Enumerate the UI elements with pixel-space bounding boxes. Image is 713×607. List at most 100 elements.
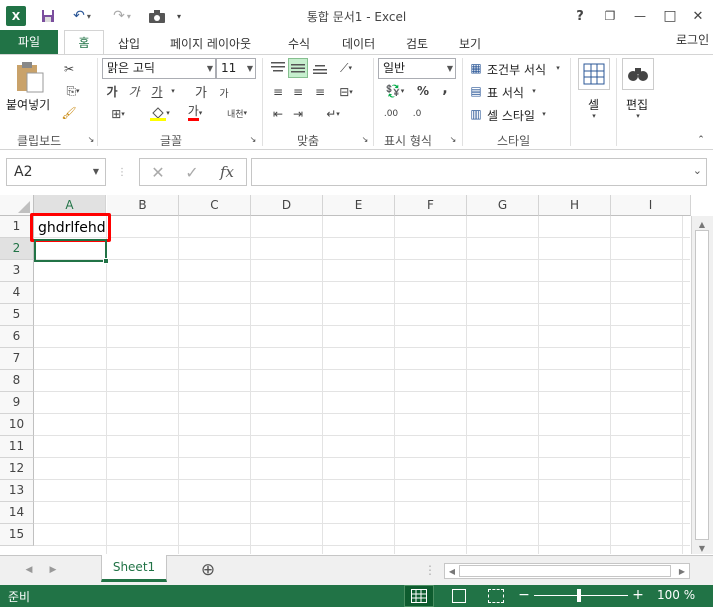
cut-icon[interactable]: ✂ (60, 60, 78, 78)
shrink-font-button[interactable]: 가 (216, 84, 232, 100)
zoom-slider-thumb[interactable] (577, 589, 581, 602)
help-button[interactable]: ? (570, 6, 590, 26)
increase-indent-icon[interactable]: ⇥ (288, 106, 308, 122)
percent-button[interactable]: % (414, 82, 432, 100)
row-header[interactable]: 13 (0, 480, 34, 502)
minimize-button[interactable]: — (630, 6, 650, 26)
clipboard-launcher-icon[interactable]: ↘ (86, 134, 96, 144)
copy-icon[interactable]: ⎘ ▾ (60, 82, 86, 100)
italic-button[interactable]: 가 (126, 83, 142, 99)
number-format-select[interactable]: 일반 ▼ (378, 58, 456, 79)
format-painter-icon[interactable]: 🖌 (60, 104, 78, 122)
accounting-format-icon[interactable]: 💱 ▾ (380, 82, 410, 100)
format-table-icon[interactable]: ▤ (468, 83, 484, 99)
horizontal-scrollbar[interactable]: ◀ ▶ (444, 563, 690, 579)
active-cell-A2[interactable] (34, 239, 107, 262)
collapse-ribbon-icon[interactable]: ⌃ (694, 134, 708, 146)
column-header[interactable]: C (179, 195, 251, 216)
underline-dropdown-icon[interactable]: ▾ (168, 83, 178, 99)
find-binoculars-icon[interactable] (622, 58, 654, 90)
wrap-text-icon[interactable]: ↵ ▾ (316, 106, 350, 122)
zoom-level[interactable]: 100 % (657, 588, 695, 602)
column-header[interactable]: G (467, 195, 539, 216)
column-header[interactable]: I (611, 195, 691, 216)
fill-color-icon[interactable]: ▾ (146, 104, 174, 122)
row-header[interactable]: 15 (0, 524, 34, 546)
chevron-down-icon[interactable]: ⌄ (693, 164, 702, 177)
column-header[interactable]: H (539, 195, 611, 216)
insert-function-icon[interactable]: fx (216, 162, 238, 182)
tab-page-layout[interactable]: 페이지 레이아웃 (170, 35, 251, 52)
row-header[interactable]: 4 (0, 282, 34, 304)
orientation-icon[interactable]: ⟋ ▾ (334, 58, 358, 78)
maximize-button[interactable]: □ (660, 6, 680, 26)
scroll-thumb[interactable] (695, 230, 709, 540)
zoom-in-button[interactable]: + (632, 587, 644, 603)
tab-home[interactable]: 홈 (64, 30, 104, 55)
hscroll-left-icon[interactable]: ◀ (447, 565, 457, 577)
format-table-button[interactable]: 표 서식 (487, 84, 524, 101)
tab-view[interactable]: 보기 (459, 35, 481, 52)
row-header[interactable]: 9 (0, 392, 34, 414)
align-top-icon[interactable] (268, 58, 288, 78)
cells-icon[interactable] (578, 58, 610, 90)
row-header[interactable]: 6 (0, 326, 34, 348)
page-break-view-icon[interactable] (488, 589, 504, 603)
row-header[interactable]: 1 (0, 216, 34, 238)
column-header[interactable]: B (107, 195, 179, 216)
paste-button-label[interactable]: 붙여넣기 (6, 96, 50, 113)
page-layout-view-icon[interactable] (452, 589, 466, 603)
sheet-tab-sheet1[interactable]: Sheet1 (101, 555, 167, 582)
formula-input[interactable]: ⌄ (251, 158, 707, 186)
row-header[interactable]: 12 (0, 458, 34, 480)
cancel-icon[interactable]: ✕ (148, 162, 168, 182)
cell-styles-button[interactable]: 셀 스타일 (487, 107, 535, 124)
row-header[interactable]: 2 (0, 238, 34, 260)
zoom-slider-track[interactable] (534, 595, 628, 596)
select-all-corner[interactable] (0, 195, 34, 216)
scroll-right-icon[interactable]: ▶ (48, 564, 58, 576)
conditional-format-button[interactable]: 조건부 서식 (487, 61, 546, 78)
merge-center-icon[interactable]: ⊟ ▾ (334, 82, 358, 102)
row-header[interactable]: 10 (0, 414, 34, 436)
ribbon-display-button[interactable]: ❐ (600, 6, 620, 26)
paste-icon[interactable] (12, 60, 48, 94)
font-size-select[interactable]: 11 ▼ (216, 58, 256, 79)
tab-insert[interactable]: 삽입 (118, 35, 140, 52)
vertical-scrollbar[interactable]: ▲ ▼ (691, 216, 713, 554)
align-left-icon[interactable]: ≡ (268, 82, 288, 102)
row-header[interactable]: 11 (0, 436, 34, 458)
phonetic-button[interactable]: 내천 ▾ (222, 104, 252, 122)
conditional-format-icon[interactable]: ▦ (468, 60, 484, 76)
increase-decimal-icon[interactable]: .00 (380, 106, 402, 122)
tab-formulas[interactable]: 수식 (288, 35, 310, 52)
cell-styles-icon[interactable]: ▥ (468, 106, 484, 122)
column-header[interactable]: F (395, 195, 467, 216)
enter-icon[interactable]: ✓ (182, 162, 202, 182)
row-header[interactable]: 7 (0, 348, 34, 370)
hscroll-right-icon[interactable]: ▶ (677, 565, 687, 577)
decrease-decimal-icon[interactable]: .0 (406, 106, 428, 122)
scroll-down-icon[interactable]: ▼ (696, 542, 708, 554)
border-icon[interactable]: ⊞ ▾ (104, 106, 132, 122)
alignment-launcher-icon[interactable]: ↘ (360, 134, 370, 144)
close-button[interactable]: ✕ (688, 6, 708, 26)
resize-handle-icon[interactable]: ⋮ (117, 162, 127, 182)
tab-file[interactable]: 파일 (0, 30, 58, 54)
underline-button[interactable]: 가 (148, 83, 166, 99)
tab-review[interactable]: 검토 (406, 35, 428, 52)
zoom-out-button[interactable]: − (518, 587, 530, 603)
decrease-indent-icon[interactable]: ⇤ (268, 106, 288, 122)
row-header[interactable]: 14 (0, 502, 34, 524)
login-link[interactable]: 로그인 (676, 31, 709, 48)
number-launcher-icon[interactable]: ↘ (448, 134, 458, 144)
hscroll-thumb[interactable] (459, 565, 671, 577)
row-header[interactable]: 5 (0, 304, 34, 326)
fill-handle[interactable] (103, 258, 109, 264)
font-name-select[interactable]: 맑은 고딕 ▼ (102, 58, 216, 79)
font-color-button[interactable]: 가 ▾ (180, 104, 210, 122)
row-header[interactable]: 8 (0, 370, 34, 392)
column-header[interactable]: D (251, 195, 323, 216)
row-header[interactable]: 3 (0, 260, 34, 282)
align-middle-icon[interactable] (288, 58, 308, 78)
